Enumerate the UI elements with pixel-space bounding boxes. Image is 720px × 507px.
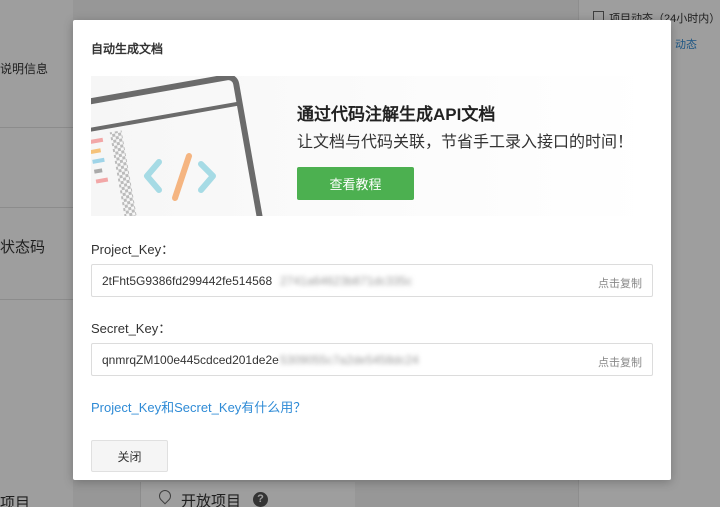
copy-project-key-link[interactable]: 点击复制 — [598, 275, 642, 291]
modal-title: 自动生成文档 — [91, 42, 164, 56]
project-key-label: Project_Key： — [91, 242, 175, 257]
project-key-value: 2tFht5G9386fd299442fe514568 — [102, 274, 273, 288]
secret-key-value: qnmrqZM100e445cdced201de2e — [102, 353, 279, 367]
secret-key-field[interactable]: qnmrqZM100e445cdced201de2e 5309055c7a2de… — [91, 343, 653, 376]
banner-title: 通过代码注解生成API文档 — [297, 105, 496, 124]
secret-key-label: Secret_Key： — [91, 321, 172, 336]
auto-doc-modal: 自动生成文档 通过代码注解生成API文档 让文档与代码关联，节省手工录入接口的时… — [73, 20, 671, 480]
view-tutorial-button[interactable]: 查看教程 — [297, 167, 414, 200]
project-key-blurred: 2741a64623b871dc335c — [280, 274, 413, 288]
project-key-field[interactable]: 2tFht5G9386fd299442fe514568 2741a64623b8… — [91, 264, 653, 297]
close-button[interactable]: 关闭 — [91, 440, 168, 472]
code-window-illustration — [91, 76, 267, 216]
banner-subtitle: 让文档与代码关联，节省手工录入接口的时间！ — [297, 134, 634, 151]
key-help-link[interactable]: Project_Key和Secret_Key有什么用？ — [91, 397, 306, 416]
secret-key-blurred: 5309055c7a2de5458dc24 — [280, 353, 419, 367]
copy-secret-key-link[interactable]: 点击复制 — [598, 354, 642, 370]
banner: 通过代码注解生成API文档 让文档与代码关联，节省手工录入接口的时间！ 查看教程 — [91, 76, 653, 216]
